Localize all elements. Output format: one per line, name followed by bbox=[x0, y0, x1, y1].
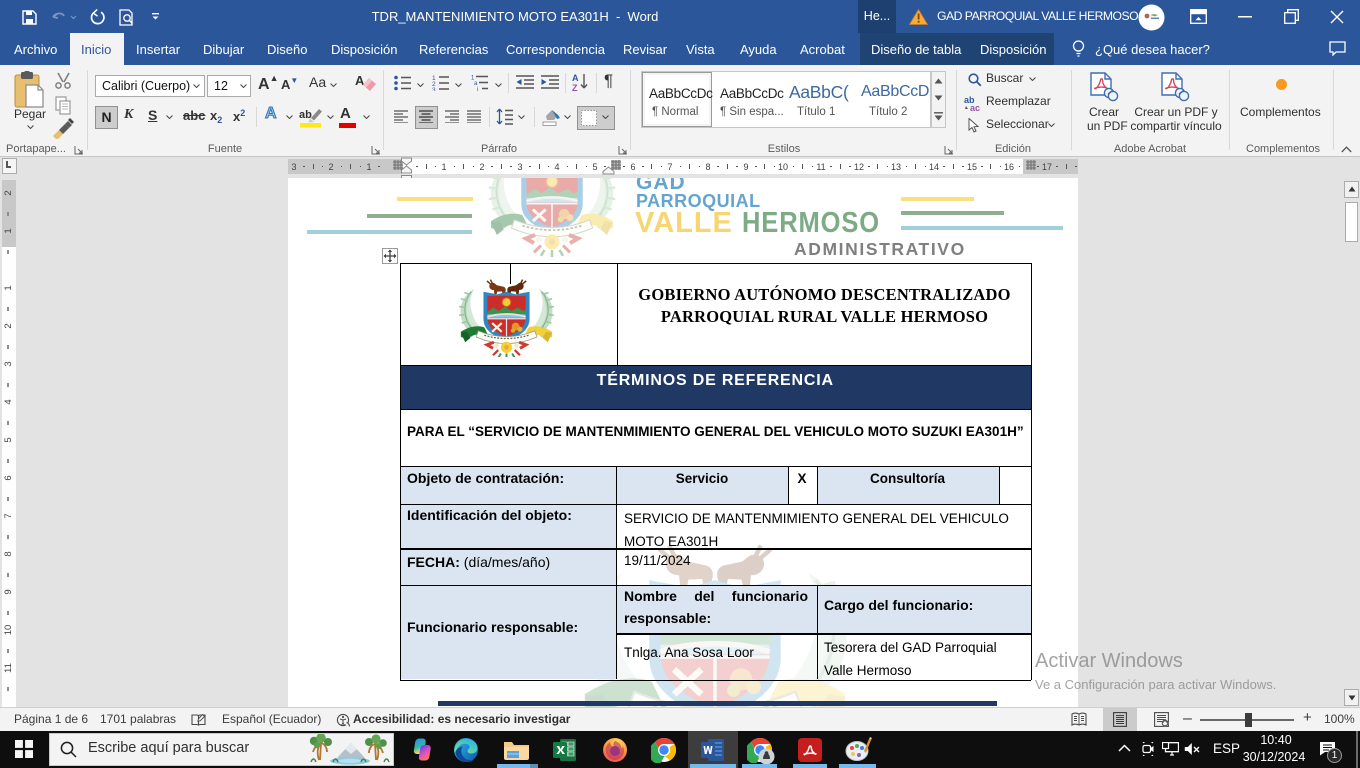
svg-text:ac: ac bbox=[970, 103, 980, 112]
svg-text:A: A bbox=[572, 73, 579, 83]
svg-text:3: 3 bbox=[432, 87, 436, 91]
svg-text:A: A bbox=[355, 73, 365, 88]
svg-text:Z: Z bbox=[572, 83, 578, 92]
svg-text:i: i bbox=[477, 87, 478, 91]
